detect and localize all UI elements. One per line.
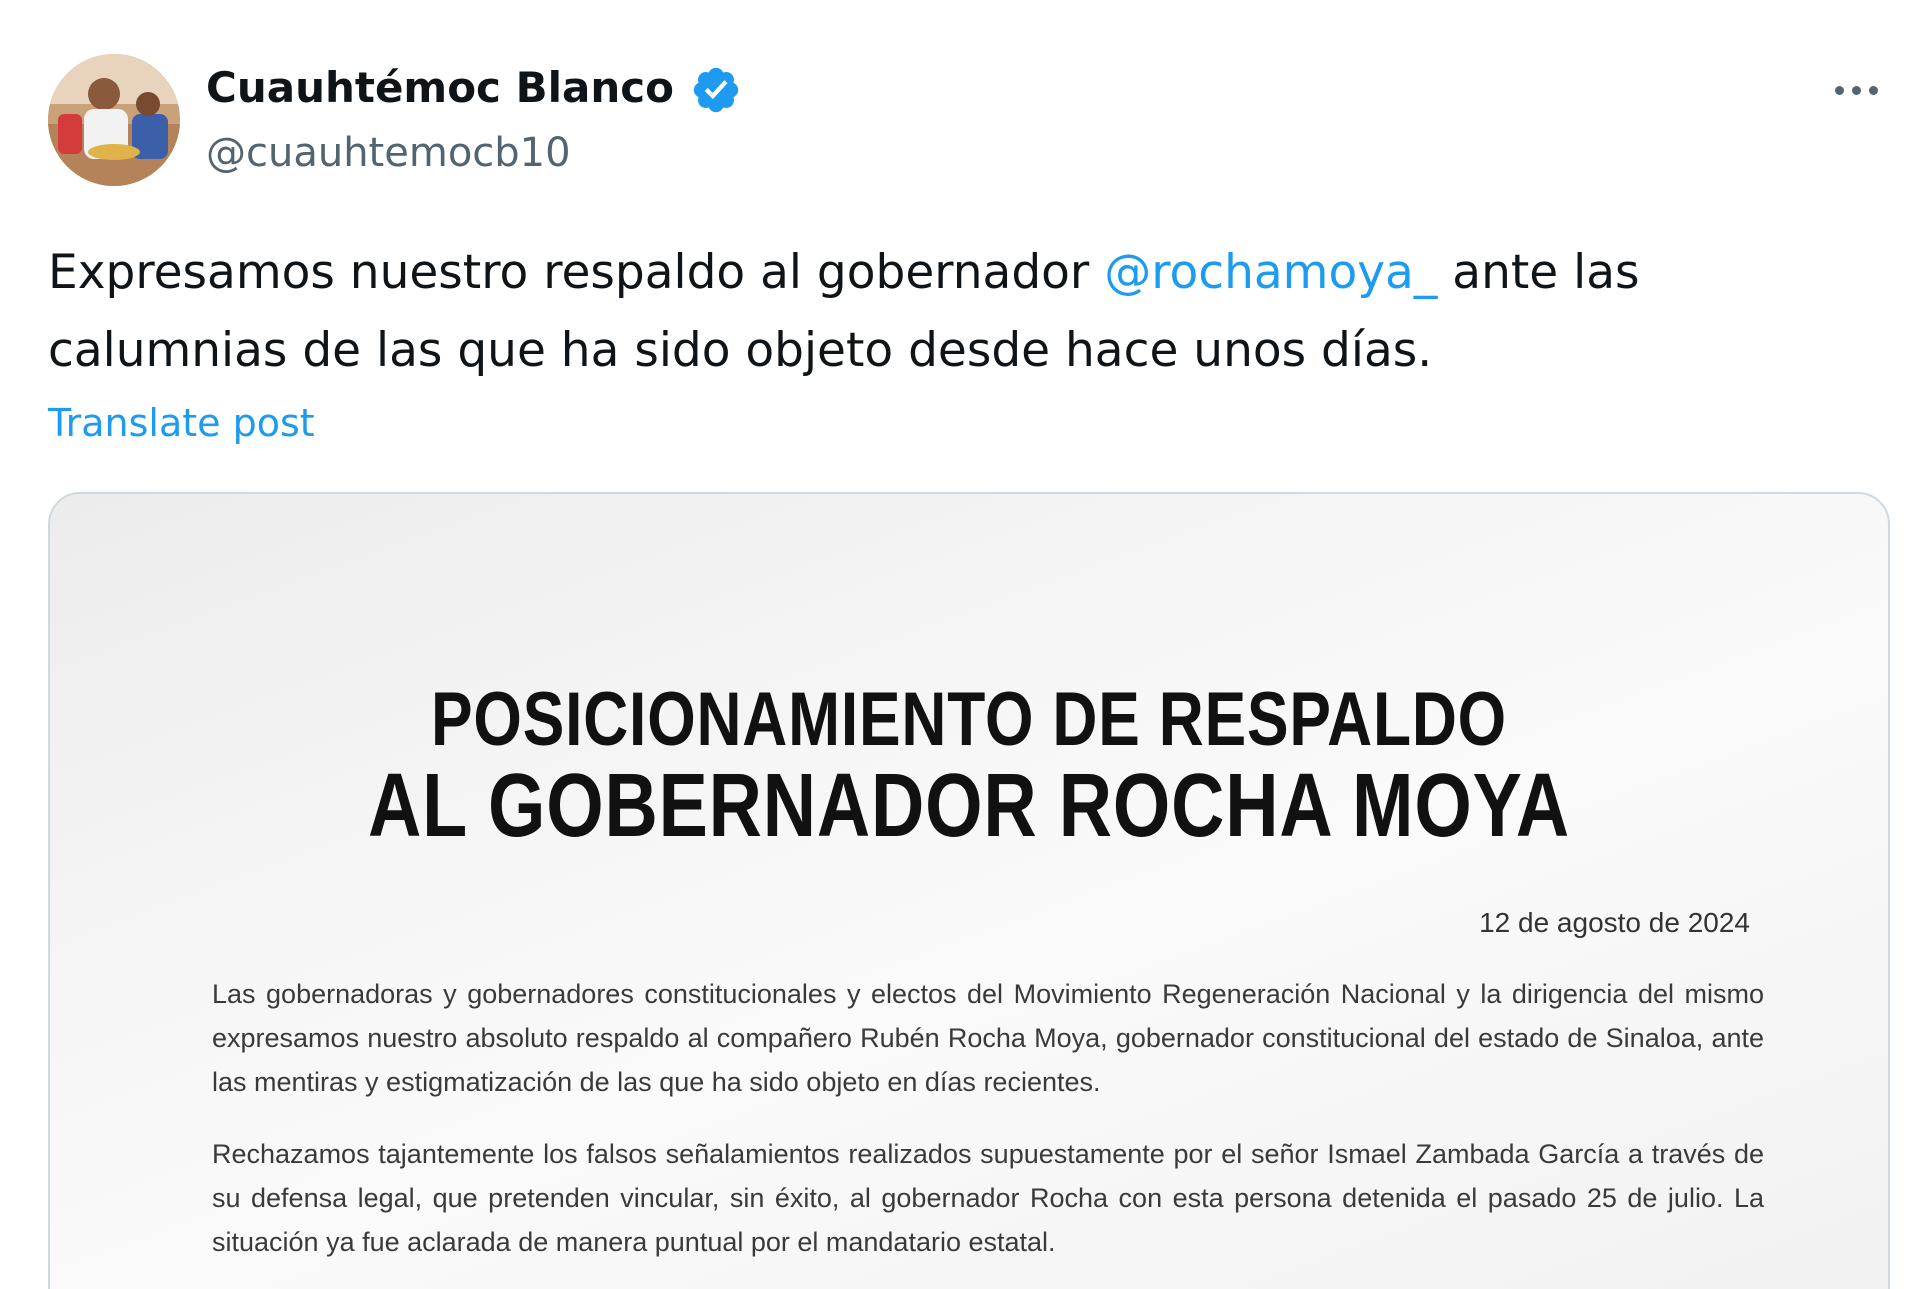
author-display-name[interactable]: Cuauhtémoc Blanco <box>206 60 674 116</box>
document-paragraph: Rechazamos tajantemente los falsos señal… <box>212 1139 1764 1257</box>
media-image[interactable]: POSICIONAMIENTO DE RESPALDO AL GOBERNADO… <box>48 492 1890 1289</box>
avatar[interactable] <box>48 54 180 186</box>
more-options-icon[interactable] <box>1824 68 1888 112</box>
tweet-text: Expresamos nuestro respaldo al gobernado… <box>48 234 1878 390</box>
more-dot <box>1851 85 1861 95</box>
more-dot <box>1868 85 1878 95</box>
document-title-line2: AL GOBERNADOR ROCHA MOYA <box>368 756 1570 856</box>
translate-post-link[interactable]: Translate post <box>48 398 315 448</box>
document-date: 12 de agosto de 2024 <box>1479 907 1750 938</box>
tweet: Cuauhtémoc Blanco @cuauhtemocb10 Expresa… <box>0 0 1920 1289</box>
document-paragraph: Las gobernadoras y gobernadores constitu… <box>212 979 1764 1097</box>
tweet-text-before: Expresamos nuestro respaldo al gobernado… <box>48 245 1105 300</box>
verified-badge-icon <box>693 67 739 113</box>
author-handle[interactable]: @cuauhtemocb10 <box>206 126 571 180</box>
mention-link[interactable]: @rochamoya_ <box>1104 245 1437 300</box>
avatar-image <box>48 54 180 186</box>
more-dot <box>1834 85 1844 95</box>
document-title-line1: POSICIONAMIENTO DE RESPALDO <box>431 677 1507 762</box>
